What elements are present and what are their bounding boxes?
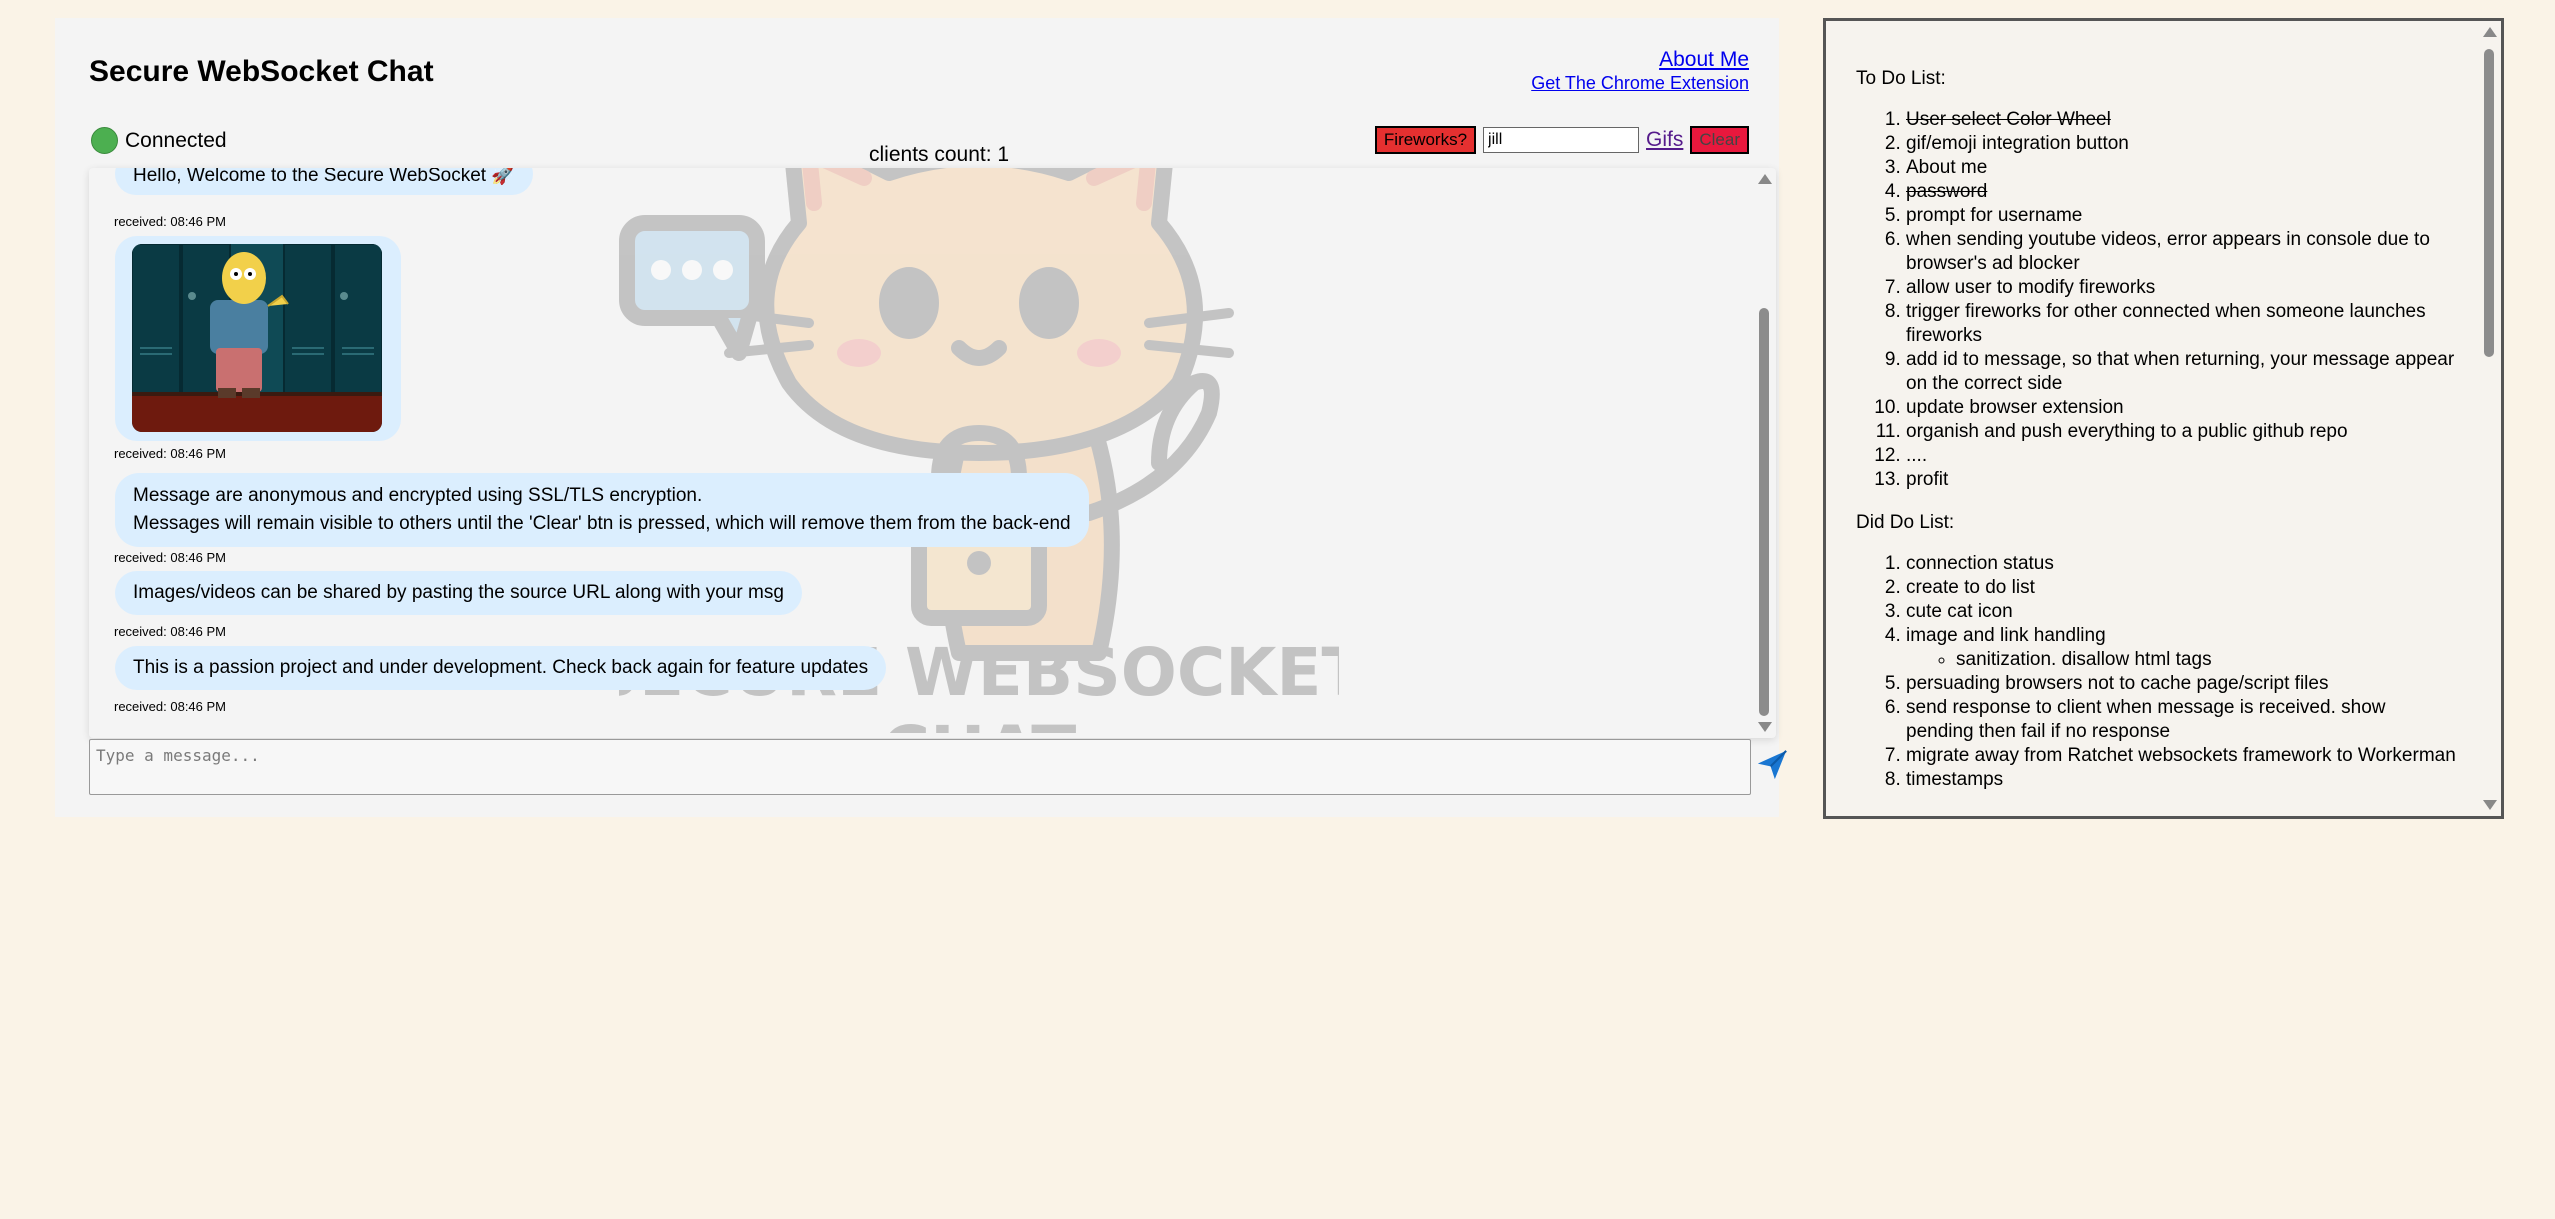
about-me-link[interactable]: About Me: [1531, 48, 1749, 72]
send-icon[interactable]: [1755, 748, 1789, 782]
did-item: connection status: [1906, 552, 2456, 576]
todo-item: organish and push everything to a public…: [1906, 420, 2456, 444]
todo-item: add id to message, so that when returnin…: [1906, 348, 2456, 396]
todo-item: About me: [1906, 156, 2456, 180]
app-title: Secure WebSocket Chat: [89, 55, 434, 88]
did-sublist: sanitization. disallow html tags: [1906, 648, 2456, 672]
chat-controls: Fireworks? Gifs Clear: [1374, 126, 1749, 154]
scroll-thumb[interactable]: [1759, 308, 1769, 716]
todo-item: when sending youtube videos, error appea…: [1906, 228, 2456, 276]
message-timestamp: received: 08:46 PM: [114, 624, 227, 639]
connection-status: Connected: [91, 127, 227, 154]
did-item-text: image and link handling: [1906, 625, 2106, 646]
todo-item: profit: [1906, 468, 2456, 492]
did-heading: Did Do List:: [1856, 512, 1955, 533]
did-item: cute cat icon: [1906, 600, 2456, 624]
did-subitem: sanitization. disallow html tags: [1956, 648, 2456, 672]
message-bubble: Images/videos can be shared by pasting t…: [115, 571, 802, 615]
header-links: About Me Get The Chrome Extension: [1531, 48, 1749, 94]
image-message-bubble: [115, 236, 401, 441]
todo-panel[interactable]: To Do List: User select Color Wheel gif/…: [1823, 18, 2504, 819]
message-bubble: Message are anonymous and encrypted usin…: [115, 473, 1089, 547]
message-list[interactable]: SECURE WEBSOCKET CHAT Hello, Welcome to …: [89, 168, 1776, 738]
did-item: send response to client when message is …: [1906, 696, 2456, 744]
todo-item: gif/emoji integration button: [1906, 132, 2456, 156]
watermark-line-2: CHAT: [882, 712, 1077, 733]
scroll-down-arrow-icon[interactable]: [1758, 722, 1772, 732]
todo-heading: To Do List:: [1856, 68, 1946, 89]
todo-list: User select Color Wheel gif/emoji integr…: [1856, 108, 2456, 492]
message-line: Messages will remain visible to others u…: [133, 513, 1071, 534]
message-timestamp: received: 08:46 PM: [114, 446, 227, 461]
todo-scrollbar[interactable]: [2479, 21, 2501, 816]
did-item: create to do list: [1906, 576, 2456, 600]
message-line: Message are anonymous and encrypted usin…: [133, 485, 703, 506]
message-timestamp: received: 08:46 PM: [114, 699, 227, 714]
message-timestamp: received: 08:46 PM: [114, 550, 227, 565]
did-list: connection status create to do list cute…: [1856, 552, 2456, 792]
todo-item: password: [1906, 180, 2456, 204]
todo-item: allow user to modify fireworks: [1906, 276, 2456, 300]
username-input[interactable]: [1483, 127, 1640, 153]
todo-item: User select Color Wheel: [1906, 108, 2456, 132]
message-bubble: Hello, Welcome to the Secure WebSocket 🚀: [115, 168, 534, 195]
scroll-up-arrow-icon[interactable]: [2483, 27, 2497, 37]
todo-item: update browser extension: [1906, 396, 2456, 420]
status-text: Connected: [125, 128, 227, 152]
gif-image[interactable]: [132, 244, 382, 432]
scroll-down-arrow-icon[interactable]: [2483, 800, 2497, 810]
clients-count: clients count: 1: [869, 143, 1010, 166]
chrome-extension-link[interactable]: Get The Chrome Extension: [1531, 72, 1749, 94]
did-item: persuading browsers not to cache page/sc…: [1906, 672, 2456, 696]
status-dot-icon: [91, 127, 118, 154]
todo-item: trigger fireworks for other connected wh…: [1906, 300, 2456, 348]
todo-item: prompt for username: [1906, 204, 2456, 228]
did-item: timestamps: [1906, 768, 2456, 792]
todo-content: To Do List: User select Color Wheel gif/…: [1856, 67, 2456, 811]
message-scrollbar[interactable]: [1754, 168, 1776, 738]
did-item: image and link handling sanitization. di…: [1906, 624, 2456, 672]
did-item: migrate away from Ratchet websockets fra…: [1906, 744, 2456, 768]
message-input[interactable]: [89, 739, 1751, 795]
scroll-thumb[interactable]: [2484, 49, 2494, 357]
gifs-link[interactable]: Gifs: [1646, 128, 1683, 152]
fireworks-button[interactable]: Fireworks?: [1374, 126, 1477, 154]
scroll-up-arrow-icon[interactable]: [1758, 174, 1772, 184]
message-bubble: This is a passion project and under deve…: [115, 646, 887, 690]
clear-button[interactable]: Clear: [1690, 126, 1749, 154]
message-timestamp: received: 08:46 PM: [114, 214, 227, 229]
chat-app: Secure WebSocket Chat About Me Get The C…: [55, 18, 1787, 817]
todo-item: ....: [1906, 444, 2456, 468]
